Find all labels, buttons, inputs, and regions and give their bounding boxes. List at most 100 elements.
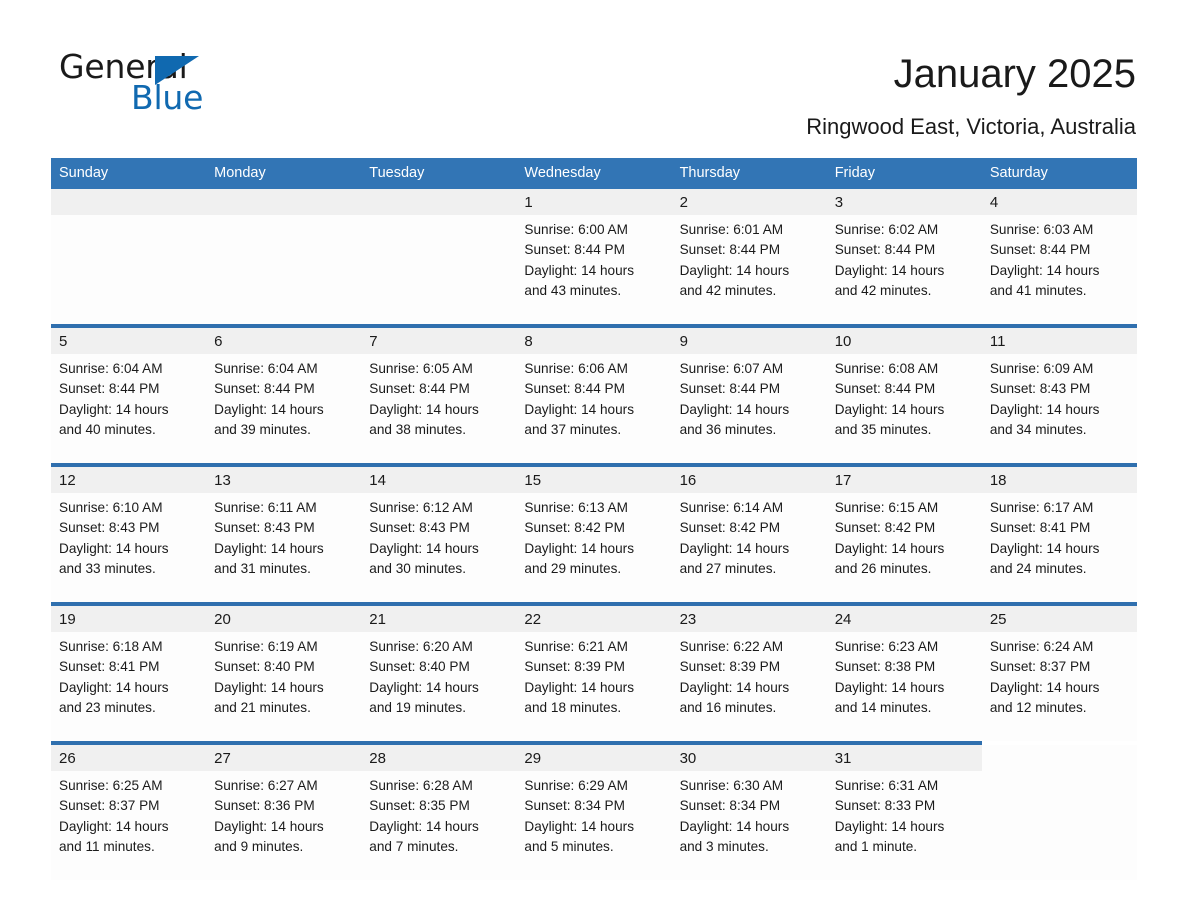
sunrise-text: Sunrise: 6:02 AM [834,222,939,237]
calendar-day-cell[interactable]: 16 Sunrise: 6:14 AM Sunset: 8:42 PM Dayligh… [671,467,827,602]
sunset-text: Sunset: 8:44 PM [834,381,936,397]
calendar-day-cell[interactable]: 28 Sunrise: 6:28 AM Sunset: 8:35 PM Dayligh… [361,745,517,880]
calendar-day-cell[interactable]: 1 Sunrise: 6:00 AM Sunset: 8:44 PM Daylight… [516,189,672,324]
day-number: 15 [516,467,672,493]
day-cell-details: Sunrise: 6:07 AM Sunset: 8:44 PM Daylight:… [672,354,827,440]
day-cell-details: Sunrise: 6:01 AM Sunset: 8:44 PM Daylight:… [672,215,827,301]
daylight-text: Daylight: 14 hours [524,818,634,834]
calendar-day-cell[interactable]: 5 Sunrise: 6:04 AM Sunset: 8:44 PM Daylight… [51,328,207,463]
calendar-day-cell[interactable]: 10 Sunrise: 6:08 AM Sunset: 8:44 PM Dayligh… [826,328,982,463]
page-subtitle: Ringwood East, Victoria, Australia [806,114,1136,139]
calendar-day-cell[interactable]: 18 Sunrise: 6:17 AM Sunset: 8:41 PM Dayligh… [981,467,1137,602]
sunset-text: Sunset: 8:42 PM [524,520,625,536]
weekday-header-tuesday: Tuesday [361,158,517,189]
sunset-text: Sunset: 8:44 PM [214,381,315,397]
calendar-day-cell[interactable]: 12 Sunrise: 6:10 AM Sunset: 8:43 PM Dayligh… [51,467,207,602]
sunrise-text: Sunrise: 6:14 AM [679,500,784,515]
sunset-text: Sunset: 8:44 PM [524,242,625,258]
calendar-day-cell[interactable]: 24 Sunrise: 6:23 AM Sunset: 8:38 PM Dayligh… [826,606,982,741]
calendar-day-cell[interactable]: 3 Sunrise: 6:02 AM Sunset: 8:44 PM Daylight… [826,189,982,324]
day-cell-inner: 24 Sunrise: 6:23 AM Sunset: 8:38 PM Dayligh… [826,606,982,741]
daylight-text: and 39 minutes. [214,421,311,437]
day-cell-details: Sunrise: 6:29 AM Sunset: 8:34 PM Daylight:… [516,771,671,857]
calendar-day-cell[interactable]: 21 Sunrise: 6:20 AM Sunset: 8:40 PM Dayligh… [361,606,517,741]
sunset-text: Sunset: 8:39 PM [679,659,781,675]
sunset-text: Sunset: 8:40 PM [214,659,315,675]
brand-logo[interactable]: General Blue [59,48,359,128]
calendar-week-row: 1 Sunrise: 6:00 AM Sunset: 8:44 PM Daylight… [51,189,1137,324]
day-number [51,189,207,215]
calendar-day-cell[interactable]: 13 Sunrise: 6:11 AM Sunset: 8:43 PM Dayligh… [206,467,362,602]
sunset-text: Sunset: 8:37 PM [989,659,1091,675]
calendar-day-cell[interactable]: 11 Sunrise: 6:09 AM Sunset: 8:43 PM Dayligh… [981,328,1137,463]
day-cell-inner: 19 Sunrise: 6:18 AM Sunset: 8:41 PM Dayligh… [51,606,207,741]
calendar-day-cell[interactable]: 25 Sunrise: 6:24 AM Sunset: 8:37 PM Dayligh… [981,606,1137,741]
sunrise-text: Sunrise: 6:17 AM [989,500,1094,515]
calendar-day-cell[interactable]: 4 Sunrise: 6:03 AM Sunset: 8:44 PM Daylight… [981,189,1137,324]
day-cell-inner: 28 Sunrise: 6:28 AM Sunset: 8:35 PM Dayligh… [361,745,517,880]
daylight-text: Daylight: 14 hours [59,679,169,695]
sunset-text: Sunset: 8:44 PM [59,381,160,397]
day-number: 3 [826,189,982,215]
calendar-day-cell[interactable]: 14 Sunrise: 6:12 AM Sunset: 8:43 PM Dayligh… [361,467,517,602]
calendar-day-cell[interactable]: 29 Sunrise: 6:29 AM Sunset: 8:34 PM Dayligh… [516,745,672,880]
daylight-text: Daylight: 14 hours [59,401,169,417]
daylight-text: Daylight: 14 hours [524,540,634,556]
sunrise-text: Sunrise: 6:24 AM [989,639,1094,654]
calendar-day-cell[interactable]: 26 Sunrise: 6:25 AM Sunset: 8:37 PM Dayligh… [51,745,207,880]
daylight-text: and 41 minutes. [989,282,1087,298]
sunrise-text: Sunrise: 6:04 AM [59,361,163,376]
calendar-day-cell[interactable]: 30 Sunrise: 6:30 AM Sunset: 8:34 PM Dayligh… [671,745,827,880]
day-cell-details: Sunrise: 6:08 AM Sunset: 8:44 PM Daylight:… [827,354,982,440]
sunset-text: Sunset: 8:39 PM [524,659,625,675]
daylight-text: Daylight: 14 hours [834,679,945,695]
calendar-day-cell[interactable]: 6 Sunrise: 6:04 AM Sunset: 8:44 PM Daylight… [206,328,362,463]
day-cell-details: Sunrise: 6:20 AM Sunset: 8:40 PM Daylight:… [361,632,516,718]
day-number: 6 [206,328,362,354]
sunset-text: Sunset: 8:43 PM [369,520,470,536]
daylight-text: and 38 minutes. [369,421,467,437]
calendar-day-cell[interactable]: 22 Sunrise: 6:21 AM Sunset: 8:39 PM Dayligh… [516,606,672,741]
sunset-text: Sunset: 8:43 PM [214,520,315,536]
day-number: 20 [206,606,362,632]
daylight-text: Daylight: 14 hours [989,679,1100,695]
daylight-text: and 26 minutes. [834,560,932,576]
calendar-day-cell[interactable]: 19 Sunrise: 6:18 AM Sunset: 8:41 PM Dayligh… [51,606,207,741]
day-cell-details: Sunrise: 6:09 AM Sunset: 8:43 PM Daylight:… [982,354,1137,440]
daylight-text: Daylight: 14 hours [369,401,479,417]
calendar-day-cell[interactable]: 7 Sunrise: 6:05 AM Sunset: 8:44 PM Daylight… [361,328,517,463]
sunrise-text: Sunrise: 6:08 AM [834,361,939,376]
sunset-text: Sunset: 8:34 PM [679,798,781,814]
calendar-day-cell[interactable]: 20 Sunrise: 6:19 AM Sunset: 8:40 PM Dayligh… [206,606,362,741]
day-cell-details [982,771,1137,776]
daylight-text: Daylight: 14 hours [59,540,169,556]
calendar-day-cell[interactable]: 17 Sunrise: 6:15 AM Sunset: 8:42 PM Dayligh… [826,467,982,602]
day-cell-inner: 27 Sunrise: 6:27 AM Sunset: 8:36 PM Dayligh… [206,745,362,880]
day-cell-inner: 18 Sunrise: 6:17 AM Sunset: 8:41 PM Dayligh… [981,467,1137,602]
calendar-day-cell[interactable]: 15 Sunrise: 6:13 AM Sunset: 8:42 PM Dayligh… [516,467,672,602]
sunset-text: Sunset: 8:44 PM [834,242,936,258]
sunrise-text: Sunrise: 6:30 AM [679,778,784,793]
calendar-week-row: 19 Sunrise: 6:18 AM Sunset: 8:41 PM Dayligh… [51,606,1137,741]
day-cell-inner: 30 Sunrise: 6:30 AM Sunset: 8:34 PM Dayligh… [671,745,827,880]
day-number [206,189,362,215]
daylight-text: and 11 minutes. [59,838,155,854]
logo-word-blue: Blue [131,78,204,117]
day-cell-details: Sunrise: 6:27 AM Sunset: 8:36 PM Daylight:… [206,771,361,857]
calendar-day-cell[interactable]: 23 Sunrise: 6:22 AM Sunset: 8:39 PM Dayligh… [671,606,827,741]
calendar-day-cell[interactable]: 9 Sunrise: 6:07 AM Sunset: 8:44 PM Daylight… [671,328,827,463]
calendar-empty-cell [981,745,1137,880]
day-cell-details: Sunrise: 6:11 AM Sunset: 8:43 PM Daylight:… [206,493,361,579]
daylight-text: and 35 minutes. [834,421,932,437]
calendar-day-cell[interactable]: 2 Sunrise: 6:01 AM Sunset: 8:44 PM Daylight… [671,189,827,324]
sunset-text: Sunset: 8:44 PM [679,381,781,397]
day-cell-details: Sunrise: 6:24 AM Sunset: 8:37 PM Daylight:… [982,632,1137,718]
daylight-text: and 40 minutes. [59,421,156,437]
calendar-day-cell[interactable]: 27 Sunrise: 6:27 AM Sunset: 8:36 PM Dayligh… [206,745,362,880]
daylight-text: and 9 minutes. [214,838,304,854]
daylight-text: and 18 minutes. [524,699,622,715]
daylight-text: Daylight: 14 hours [59,818,169,834]
calendar-day-cell[interactable]: 8 Sunrise: 6:06 AM Sunset: 8:44 PM Daylight… [516,328,672,463]
sunset-text: Sunset: 8:44 PM [524,381,625,397]
calendar-day-cell[interactable]: 31 Sunrise: 6:31 AM Sunset: 8:33 PM Dayligh… [826,745,982,880]
